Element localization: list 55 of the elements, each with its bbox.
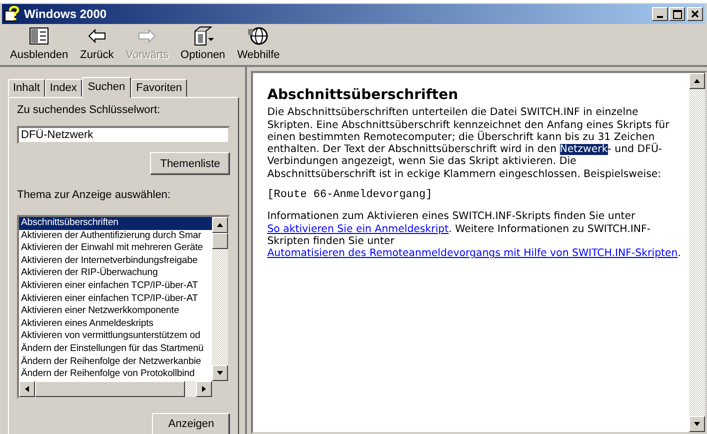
help-book-icon xyxy=(4,6,20,22)
topic-item[interactable]: Aktivieren einer einfachen TCP/IP-über-AT xyxy=(19,292,212,306)
help-link[interactable]: So aktivieren Sie ein Anmeldeskript xyxy=(267,224,449,235)
keyword-label: Zu suchendes Schlüsselwort: xyxy=(17,104,162,116)
back-arrow-icon xyxy=(86,26,108,46)
forward-arrow-icon xyxy=(136,26,158,46)
article-paragraph: Die Abschnittsüberschriften unterteilen die Datei SWITCH.INF in einzelne Skripten. Eine Abschnittsüberschrift kennzeichnet den Anfang eines Skripts für einen bestimmten Remotecomputer; die Überschrift kann bis zu 31 Zeichen enthalten. Der Text der Abschnittsüberschrift wird in den Netzwerk- und DFÜ-Verbindungen angezeigt, wenn Sie das Skript aktivieren. Die Abschnittsüberschrift ist in eckige Klammern eingeschlossen. Beispielsweise: xyxy=(267,107,670,182)
close-button[interactable] xyxy=(687,7,703,21)
topic-item[interactable]: Aktivieren einer Netzwerkkomponente xyxy=(19,305,212,318)
topic-item[interactable]: Ändern der Reihenfolge von Protokollbind xyxy=(19,368,212,381)
topic-item[interactable]: Ändern der Einstellungen für das Startmenü xyxy=(19,342,212,356)
topic-item[interactable]: Abschnittsüberschriften xyxy=(19,217,212,230)
article-title: Abschnittsüberschriften xyxy=(267,89,460,102)
keyword-field[interactable]: DFÜ-Netzwerk xyxy=(17,126,230,144)
vertical-scrollbar[interactable] xyxy=(212,217,228,381)
scroll-left-icon xyxy=(23,384,31,393)
topic-label: Thema zur Anzeige auswählen: xyxy=(17,189,172,201)
topic-item[interactable]: Aktivieren einer einfachen TCP/IP-über-AT xyxy=(19,280,212,293)
tab[interactable]: Inhalt xyxy=(8,79,45,97)
options-icon xyxy=(192,26,214,46)
scroll-down-icon xyxy=(216,368,224,377)
pane-icon xyxy=(28,26,50,46)
topic-item[interactable]: Aktivieren der Authentifizierung durch Smar xyxy=(19,230,212,242)
code-example: [Route 66-Anmeldevorgang] xyxy=(267,189,434,202)
topic-item[interactable]: Aktivieren der Internetverbindungsfreigabe xyxy=(19,254,212,268)
toolbar-button[interactable]: Optionen xyxy=(174,26,232,61)
horizontal-scrollbar[interactable] xyxy=(19,380,212,397)
minimize-button[interactable] xyxy=(652,7,668,21)
display-button[interactable]: Anzeigen xyxy=(152,412,230,434)
scrollbar-thumb[interactable] xyxy=(35,380,185,397)
topic-list-button[interactable]: Themenliste xyxy=(150,152,230,175)
maximize-button[interactable] xyxy=(669,7,685,21)
maximize-icon xyxy=(672,10,682,18)
topic-item[interactable]: Aktivieren der RIP-Überwachung xyxy=(19,267,212,280)
topic-item[interactable]: Aktivieren der Einwahl mit mehreren Geräte xyxy=(19,242,212,255)
window-title: Windows 2000 xyxy=(24,7,108,21)
tab[interactable]: Index xyxy=(44,79,82,97)
tab[interactable]: Favoriten xyxy=(131,79,188,97)
vertical-scrollbar[interactable] xyxy=(689,73,705,432)
scroll-up-icon xyxy=(216,221,224,229)
scroll-right-icon xyxy=(200,384,208,393)
scrollbar-thumb[interactable] xyxy=(212,233,228,249)
topic-item[interactable]: Aktivieren eines Anmeldeskripts xyxy=(19,318,212,330)
scroll-down-icon xyxy=(693,420,701,428)
topic-item[interactable]: Aktivieren von vermittlungsunterstützem od xyxy=(19,330,212,343)
help-link[interactable]: Automatisieren des Remoteanmeldevorgangs mit Hilfe von SWITCH.INF-Skripten xyxy=(267,248,678,260)
scroll-up-icon xyxy=(693,77,701,85)
tab[interactable]: Suchen xyxy=(82,77,132,98)
article-paragraph: Informationen zum Aktivieren eines SWITCH.INF-Skripts finden Sie unter So aktivieren Sie ein Anmeldeskript. Weitere Informationen zu SWITCH.INF-Skripten finden Sie unter Automatisieren des Remoteanmeldevorgangs mit Hilfe von SWITCH.INF-Skripten. xyxy=(267,211,681,261)
toolbar-button[interactable]: Zurück xyxy=(74,26,120,61)
toolbar-button[interactable]: Ausblenden xyxy=(4,26,74,61)
topic-item[interactable]: Ändern der Reihenfolge der Netzwerkanbie xyxy=(19,356,212,368)
close-icon xyxy=(691,10,699,18)
globe-icon xyxy=(247,26,270,46)
toolbar-button[interactable]: Webhilfe xyxy=(231,26,286,61)
